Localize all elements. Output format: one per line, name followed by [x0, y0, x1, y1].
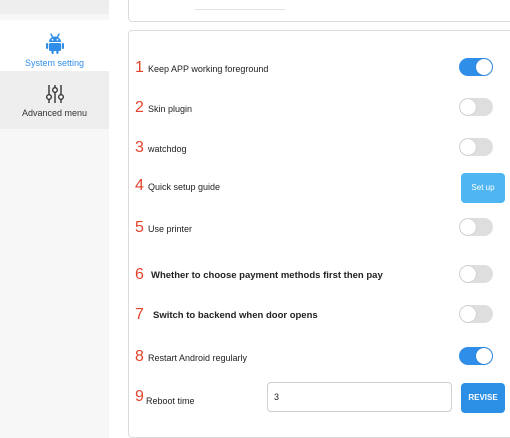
setting-number: 8	[135, 348, 144, 365]
toggle-knob	[476, 348, 492, 364]
setting-label: Reboot time	[146, 396, 195, 406]
toggle-knob	[460, 266, 476, 282]
sidebar: System setting Advanced menu	[0, 0, 109, 438]
setting-number: 7	[135, 306, 144, 323]
keep-app-foreground-toggle[interactable]	[459, 58, 493, 76]
restart-android-toggle[interactable]	[459, 347, 493, 365]
sidebar-item-label: System setting	[24, 57, 85, 68]
divider	[195, 9, 285, 10]
setting-number: 6	[135, 266, 144, 283]
setting-row-choose-payment-first: 6 Whether to choose payment methods firs…	[129, 262, 509, 292]
setting-label: Quick setup guide	[148, 182, 221, 192]
setting-label: Skin plugin	[148, 104, 193, 114]
setup-button[interactable]: Set up	[461, 173, 505, 203]
setting-row-use-printer: 5 Use printer	[129, 215, 509, 245]
skin-plugin-toggle[interactable]	[459, 98, 493, 116]
setting-label: watchdog	[148, 144, 187, 154]
sidebar-item-label: Advanced menu	[21, 107, 88, 118]
setting-row-keep-app-foreground: 1 Keep APP working foreground	[129, 55, 509, 85]
sidebar-top-strip	[0, 0, 109, 14]
toggle-knob	[460, 219, 476, 235]
setting-number: 3	[135, 139, 144, 156]
setting-number: 9	[135, 388, 144, 405]
setting-label: Restart Android regularly	[148, 353, 248, 363]
setting-row-reboot-time: 9 Reboot time 3 REVISE	[129, 382, 509, 413]
switch-backend-door-toggle[interactable]	[459, 305, 493, 323]
revise-button[interactable]: REVISE	[461, 383, 505, 413]
sidebar-item-advanced-menu[interactable]: Advanced menu	[0, 71, 109, 129]
setting-label: Use printer	[148, 224, 193, 234]
setting-number: 4	[135, 177, 144, 194]
setting-row-switch-backend-door: 7 Switch to backend when door opens	[129, 302, 509, 332]
setting-row-watchdog: 3 watchdog	[129, 135, 509, 165]
setting-number: 5	[135, 219, 144, 236]
choose-payment-first-toggle[interactable]	[459, 265, 493, 283]
setting-number: 2	[135, 99, 144, 116]
sliders-icon	[44, 83, 66, 105]
watchdog-toggle[interactable]	[459, 138, 493, 156]
setting-label: Switch to backend when door opens	[153, 310, 318, 321]
setting-number: 1	[135, 59, 144, 76]
setting-label: Keep APP working foreground	[148, 64, 269, 74]
android-robot-icon	[44, 32, 66, 55]
setting-row-skin-plugin: 2 Skin plugin	[129, 95, 509, 125]
reboot-time-input[interactable]: 3	[267, 382, 452, 412]
toggle-knob	[460, 306, 476, 322]
use-printer-toggle[interactable]	[459, 218, 493, 236]
top-settings-panel	[128, 0, 510, 22]
toggle-knob	[460, 99, 476, 115]
setting-row-quick-setup-guide: 4 Quick setup guide Set up	[129, 173, 509, 203]
toggle-knob	[476, 59, 492, 75]
toggle-knob	[460, 139, 476, 155]
settings-panel: 1 Keep APP working foreground 2 Skin plu…	[128, 30, 510, 438]
setting-row-restart-android: 8 Restart Android regularly	[129, 344, 509, 374]
setting-label: Whether to choose payment methods first …	[151, 270, 383, 281]
